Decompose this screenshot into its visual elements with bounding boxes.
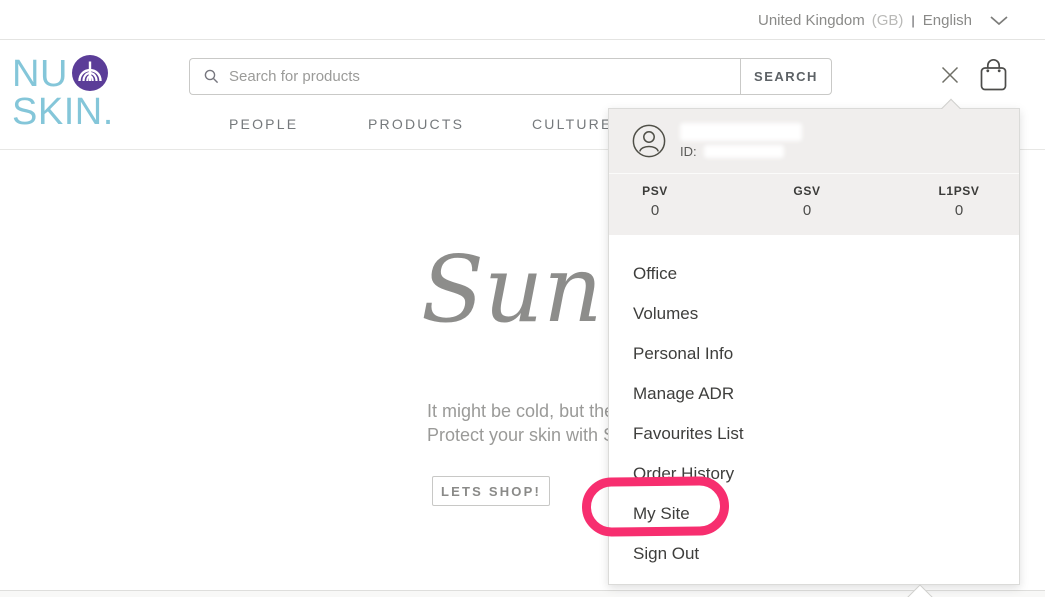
close-icon[interactable] [941, 66, 959, 84]
page: United Kingdom (GB) | English NU [0, 0, 1045, 597]
account-dropdown: ID: PSV 0 GSV 0 L1PSV 0 Office Volumes P… [608, 108, 1020, 585]
bottom-strip [0, 591, 1045, 597]
user-avatar-icon [632, 124, 666, 158]
stat-gsv-value: 0 [777, 202, 837, 219]
bottom-caret-up-icon [903, 584, 937, 597]
stat-gsv-label: GSV [777, 184, 837, 198]
locale-selector[interactable]: United Kingdom (GB) | English [758, 0, 1009, 40]
menu-item-order-history[interactable]: Order History [609, 454, 1019, 494]
locale-language: English [923, 12, 972, 29]
menu-item-manage-adr[interactable]: Manage ADR [609, 374, 1019, 414]
stat-psv-label: PSV [625, 184, 685, 198]
search-bar: SEARCH [189, 58, 832, 95]
account-user-header: ID: [609, 109, 1019, 173]
stat-psv: PSV 0 [625, 184, 685, 235]
dropdown-caret-up-icon [936, 98, 966, 109]
locale-country-code: (GB) [872, 12, 904, 29]
menu-item-volumes[interactable]: Volumes [609, 294, 1019, 334]
nav-item-culture[interactable]: CULTURE [532, 116, 612, 132]
user-name-redacted [680, 123, 802, 141]
search-field[interactable] [189, 58, 740, 95]
locale-country: United Kingdom [758, 12, 865, 29]
menu-item-personal-info[interactable]: Personal Info [609, 334, 1019, 374]
stat-l1psv: L1PSV 0 [929, 184, 989, 235]
hero-copy: It might be cold, but the Protect your s… [427, 399, 615, 447]
top-locale-bar: United Kingdom (GB) | English [0, 0, 1045, 40]
search-input[interactable] [229, 68, 709, 85]
menu-item-office[interactable]: Office [609, 254, 1019, 294]
nav-item-products[interactable]: PRODUCTS [368, 116, 464, 132]
menu-item-sign-out[interactable]: Sign Out [609, 534, 1019, 574]
search-icon [204, 69, 219, 84]
hero-copy-line2: Protect your skin with S [427, 423, 615, 447]
menu-item-my-site[interactable]: My Site [609, 494, 1019, 534]
nuskin-logo[interactable]: NU SKIN. [12, 57, 114, 130]
stat-l1psv-label: L1PSV [929, 184, 989, 198]
stat-l1psv-value: 0 [929, 202, 989, 219]
volume-stats-row: PSV 0 GSV 0 L1PSV 0 [609, 173, 1019, 235]
logo-text-skin: SKIN. [12, 95, 114, 130]
user-id-label: ID: [680, 144, 697, 159]
search-button[interactable]: SEARCH [740, 58, 832, 95]
account-menu-list: Office Volumes Personal Info Manage ADR … [609, 235, 1019, 574]
shopping-bag-icon[interactable] [977, 56, 1010, 93]
nav-item-people[interactable]: PEOPLE [229, 116, 298, 132]
user-id-redacted [704, 145, 784, 158]
chevron-down-icon[interactable] [989, 15, 1009, 26]
stat-psv-value: 0 [625, 202, 685, 219]
locale-separator: | [911, 13, 914, 28]
stat-gsv: GSV 0 [777, 184, 837, 235]
menu-item-favourites-list[interactable]: Favourites List [609, 414, 1019, 454]
fountain-logo-icon [72, 55, 108, 95]
hero-copy-line1: It might be cold, but the [427, 399, 615, 423]
lets-shop-button[interactable]: LETS SHOP! [432, 476, 550, 506]
logo-text-nu: NU [12, 57, 68, 92]
